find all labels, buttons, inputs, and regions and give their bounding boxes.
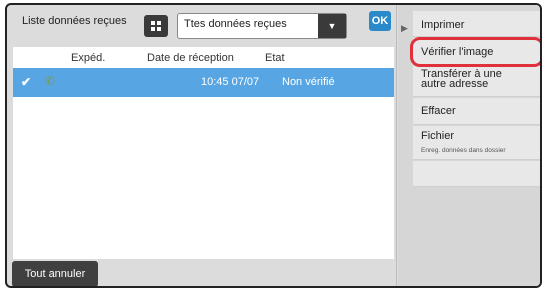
status-text: Non vérifié	[282, 76, 335, 88]
highlight-ring	[410, 37, 540, 67]
filter-value: Ttes données reçues	[184, 18, 287, 30]
forward-to-address-button[interactable]: Transférer à une autre adresse	[413, 66, 540, 97]
column-header-received-date: Date de réception	[147, 52, 234, 64]
column-header-sender: Expéd.	[71, 52, 106, 64]
grid-icon	[151, 21, 161, 31]
cancel-all-button[interactable]: Tout annuler	[12, 261, 98, 286]
column-header-status: Etat	[265, 52, 285, 64]
filter-dropdown[interactable]: Ttes données reçues ▼	[177, 13, 347, 39]
save-to-folder-button[interactable]: Fichier Enreg. données dans dossier	[413, 126, 540, 160]
screen-frame: Liste données reçues Ttes données reçues…	[5, 3, 542, 288]
ok-button[interactable]: OK	[369, 11, 391, 31]
empty-menu-slot	[413, 161, 540, 187]
print-button[interactable]: Imprimer	[413, 11, 540, 37]
table-row[interactable]: ✔ ✆ 10:45 07/07 Non vérifié	[13, 68, 394, 97]
save-to-folder-sublabel: Enreg. données dans dossier	[421, 147, 506, 154]
dropdown-arrow-icon[interactable]: ▼	[318, 14, 346, 38]
phone-icon: ✆	[45, 74, 56, 88]
view-toggle-button[interactable]	[144, 15, 168, 37]
checkmark-icon: ✔	[21, 75, 32, 89]
delete-button[interactable]: Effacer	[413, 98, 540, 125]
panel-divider	[396, 5, 397, 286]
received-time: 10:45 07/07	[201, 76, 260, 88]
page-title: Liste données reçues	[22, 15, 127, 27]
collapse-panel-icon[interactable]: ▶︎	[401, 23, 408, 34]
